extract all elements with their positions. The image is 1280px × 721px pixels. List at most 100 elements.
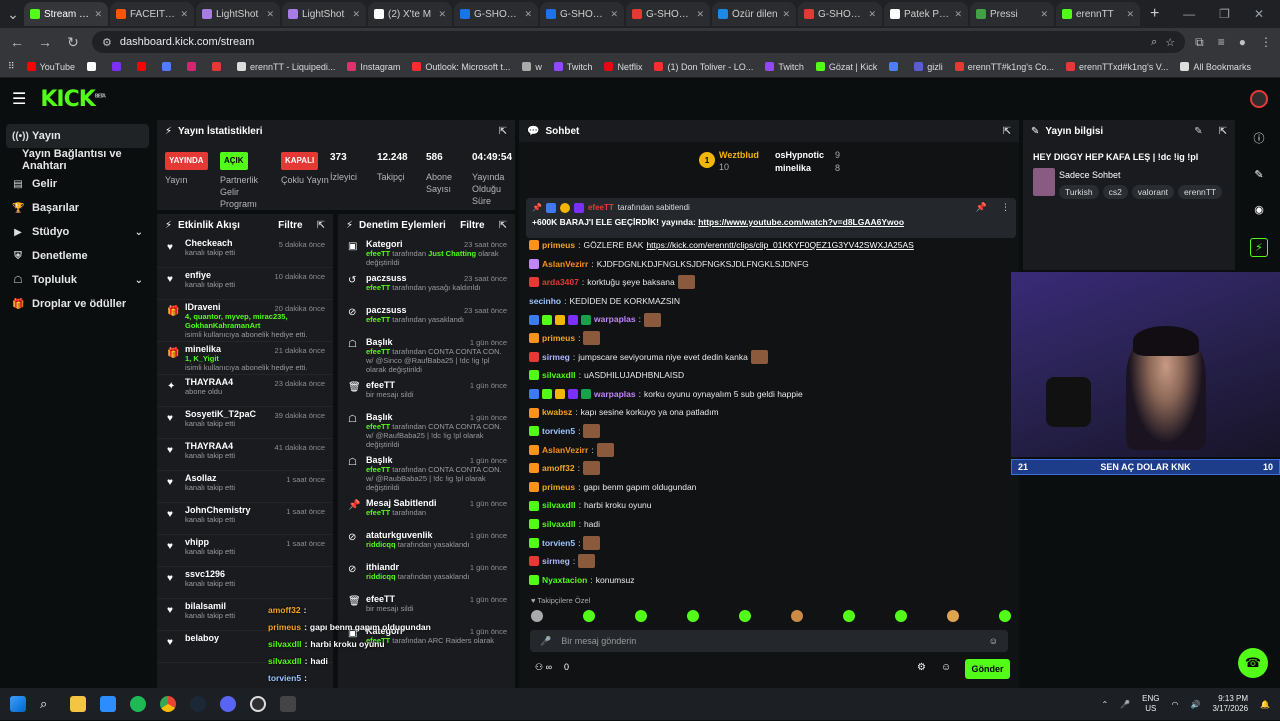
tab-close-icon[interactable]: ✕ [438,9,446,20]
quick-emote-icon[interactable] [999,610,1011,622]
info-icon[interactable]: ⓘ [1254,130,1265,146]
more-icon[interactable]: ⋮ [1001,202,1010,213]
edit-icon[interactable]: ✎ [1194,126,1202,137]
moderator-name[interactable]: efeeTT [366,283,390,292]
unpin-icon[interactable]: 📌 [976,202,987,213]
browser-tab[interactable]: FACEIT rele✕ [110,2,194,26]
bookmark-item[interactable]: Twitch [553,62,592,72]
moderator-name[interactable]: efeeTT [366,347,390,356]
notification-icon[interactable]: 🔔 [1260,700,1270,709]
chat-username[interactable]: Nyaxtacion [542,571,587,586]
chat-username[interactable]: silvaxdll [542,366,576,385]
region[interactable]: US [1142,704,1159,714]
avatar[interactable] [1250,90,1268,108]
moderator-name[interactable]: efeeTT [366,422,390,431]
reload-icon[interactable]: ↻ [64,34,82,51]
moderator-name[interactable]: efeeTT [366,508,390,517]
quick-emote-icon[interactable] [895,610,907,622]
tab-close-icon[interactable]: ✕ [954,9,962,20]
browser-tab[interactable]: Özür dilen ✕ [712,2,796,26]
bookmark-item[interactable] [186,62,200,71]
close-icon[interactable]: ✕ [1254,7,1264,21]
bookmark-item[interactable]: YouTube [26,62,75,72]
settings-users-icon[interactable]: ⚇ ∞ [535,662,552,673]
chevron-down-icon[interactable]: ⌄ [135,275,143,286]
activity-filter-button[interactable]: Filtre [278,220,302,231]
stream-tag[interactable]: cs2 [1102,185,1128,199]
clock-time[interactable]: 9:13 PM [1212,694,1248,704]
support-chat-button[interactable]: ☎ [1238,648,1268,678]
popout-icon[interactable]: ⇱ [499,126,507,137]
moderator-name[interactable]: riddicqq [366,540,396,549]
forward-icon[interactable]: → [36,34,54,50]
quick-emote-icon[interactable] [791,610,803,622]
browser-tab[interactable]: Stream - Ki ✕ [24,2,108,26]
bookmark-item[interactable]: (1) Don Toliver - LO... [654,62,753,72]
zoom-icon[interactable]: ⌕ [1151,36,1157,49]
sidebar-item-3[interactable]: 🏆 Başarılar [6,196,149,220]
settings-icon[interactable]: ⚙ [917,662,926,673]
emoji-icon[interactable]: ☺ [989,636,998,646]
popout-icon[interactable]: ⇱ [1003,126,1011,137]
bookmark-item[interactable]: w [522,62,542,72]
moderator-name[interactable]: efeeTT [366,249,390,258]
bookmark-item[interactable]: Instagram [347,62,400,72]
tab-close-icon[interactable]: ✕ [524,9,532,20]
chat-username[interactable]: warpaplas [594,385,636,404]
bookmark-item[interactable] [211,62,225,71]
popout-icon[interactable]: ⇱ [499,220,507,231]
tab-close-icon[interactable]: ✕ [782,9,790,20]
stream-tag[interactable]: erennTT [1178,185,1223,199]
tab-close-icon[interactable]: ✕ [94,9,102,20]
language[interactable]: ENG [1142,694,1159,704]
bookmark-item[interactable] [111,62,125,71]
bookmark-item[interactable]: Gözat | Kick [815,62,877,72]
stream-preview[interactable] [1011,272,1280,457]
tab-close-icon[interactable]: ✕ [266,9,274,20]
tab-close-icon[interactable]: ✕ [696,9,704,20]
chat-username[interactable]: torvien5 [542,422,575,441]
quick-emote-icon[interactable] [583,610,595,622]
bookmark-item[interactable]: All Bookmarks [1180,62,1251,72]
bookmark-star-icon[interactable]: ☆ [1165,36,1175,49]
chat-username[interactable]: primeus [542,478,575,497]
discord-icon[interactable] [220,696,236,712]
menu-icon[interactable]: ⋮ [1260,35,1272,50]
chat-username[interactable]: sirmeg [542,552,570,571]
quick-emote-icon[interactable] [739,610,751,622]
volume-icon[interactable]: 🔊 [1190,700,1200,709]
chat-username[interactable]: silvaxdll [542,515,576,534]
obs-icon[interactable] [250,696,266,712]
bookmark-item[interactable] [889,62,902,71]
browser-tab[interactable]: G-SHOCK ✕ [626,2,710,26]
file-explorer-icon[interactable] [70,696,86,712]
kick-logo[interactable]: KICKBETA [40,87,106,112]
sidebar-item-7[interactable]: 🎁 Droplar ve ödüller [6,292,149,316]
search-icon[interactable]: ⌕ [40,696,56,712]
lightning-icon[interactable]: ⚡ [1250,238,1268,257]
quick-emote-icon[interactable] [843,610,855,622]
extensions-icon[interactable]: ⧉ [1195,35,1204,50]
browser-tab[interactable]: Pressi ✕ [970,2,1054,26]
maximize-icon[interactable]: ❐ [1219,7,1230,21]
tab-close-icon[interactable]: ✕ [180,9,188,20]
new-tab-icon[interactable]: + [1142,5,1167,23]
moderation-filter-button[interactable]: Filtre [460,220,484,231]
url-input[interactable]: ⚙ dashboard.kick.com/stream ⌕ ☆ [92,31,1186,53]
chat-username[interactable]: kwabsz [542,403,572,422]
sidebar-item-1[interactable]: Yayın Bağlantısı ve Anahtarı [6,148,149,172]
media-icon[interactable]: ≡ [1218,35,1225,50]
bookmark-item[interactable] [86,62,100,71]
bookmark-item[interactable] [161,62,175,71]
browser-tab[interactable]: LightShot ✕ [282,2,366,26]
chat-username[interactable]: torvien5 [542,534,575,553]
popout-icon[interactable]: ⇱ [317,220,325,231]
pinned-link[interactable]: https://www.youtube.com/watch?v=d8LGAA6Y… [698,217,904,227]
browser-tab[interactable]: erennTT ✕ [1056,2,1140,26]
sidebar-item-0[interactable]: ((•)) Yayın [6,124,149,148]
chevron-up-icon[interactable]: ⌃ [1101,700,1108,709]
moderator-name[interactable]: riddicqq [366,572,396,581]
chat-username[interactable]: primeus [542,329,575,348]
minimize-icon[interactable]: — [1183,7,1195,21]
bookmark-item[interactable]: gizli [914,62,943,72]
